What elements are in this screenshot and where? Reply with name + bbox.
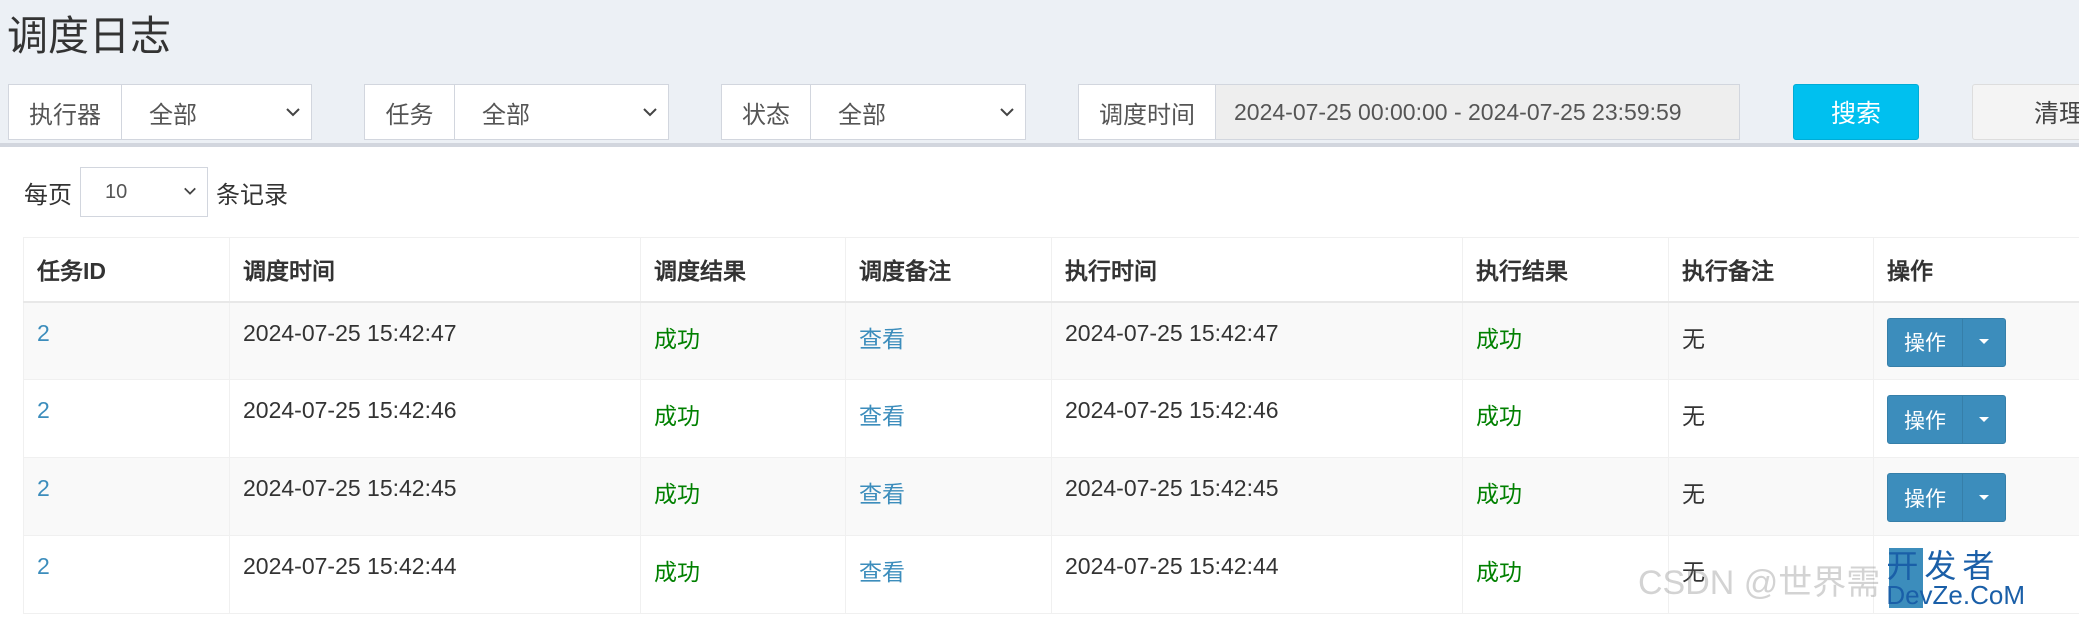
watermark-text: CSDN @世界需: [1638, 555, 1880, 604]
operation-dropdown-button[interactable]: 操作: [1887, 473, 2006, 522]
task-filter: 任务 全部: [364, 84, 669, 140]
caret-down-icon[interactable]: [1963, 319, 2005, 366]
time-range-input[interactable]: 2024-07-25 00:00:00 - 2024-07-25 23:59:5…: [1216, 84, 1740, 140]
trigger-time-cell: 2024-07-25 15:42:45: [230, 458, 641, 536]
watermark-logo-top: 开发者: [1886, 550, 2025, 582]
view-trigger-note-link[interactable]: 查看: [859, 326, 905, 352]
trigger-result: 成功: [654, 559, 700, 585]
trigger-time-cell: 2024-07-25 15:42:46: [230, 380, 641, 458]
trigger-result: 成功: [654, 326, 700, 352]
column-header-task-id[interactable]: 任务ID: [24, 238, 230, 302]
operation-dropdown-button[interactable]: 操作: [1887, 318, 2006, 367]
watermark-logo-bottom: DevZe.CoM: [1886, 582, 2025, 608]
task-select[interactable]: 全部: [455, 84, 669, 140]
column-header-exec-result[interactable]: 执行结果: [1463, 238, 1669, 302]
task-select-value: 全部: [482, 95, 530, 130]
exec-result: 成功: [1476, 326, 1522, 352]
executor-filter: 执行器 全部: [8, 84, 312, 140]
column-header-actions: 操作: [1874, 238, 2079, 302]
time-filter: 调度时间 2024-07-25 00:00:00 - 2024-07-25 23…: [1078, 84, 1740, 140]
trigger-time-cell: 2024-07-25 15:42:44: [230, 536, 641, 614]
time-label: 调度时间: [1078, 84, 1216, 140]
exec-result: 成功: [1476, 403, 1522, 429]
exec-time-cell: 2024-07-25 15:42:44: [1052, 536, 1463, 614]
view-trigger-note-link[interactable]: 查看: [859, 481, 905, 507]
status-label: 状态: [721, 84, 811, 140]
chevron-down-icon: [642, 104, 658, 120]
page-length-select[interactable]: 10: [80, 167, 208, 217]
operation-button-label[interactable]: 操作: [1888, 474, 1963, 521]
column-header-trigger-result[interactable]: 调度结果: [641, 238, 846, 302]
task-id-link[interactable]: 2: [37, 320, 50, 346]
view-trigger-note-link[interactable]: 查看: [859, 403, 905, 429]
column-header-exec-time[interactable]: 执行时间: [1052, 238, 1463, 302]
caret-down-icon[interactable]: [1963, 474, 2005, 521]
watermark: CSDN @世界需 开发者 DevZe.CoM: [1638, 550, 2025, 608]
operation-button-label[interactable]: 操作: [1888, 396, 1963, 443]
exec-time-cell: 2024-07-25 15:42:46: [1052, 380, 1463, 458]
per-page-suffix: 条记录: [216, 175, 288, 210]
table-header-row: 任务ID 调度时间 调度结果 调度备注 执行时间 执行结果 执行备注 操作: [24, 238, 2079, 302]
status-select[interactable]: 全部: [811, 84, 1026, 140]
watermark-logo: 开发者 DevZe.CoM: [1886, 550, 2025, 608]
exec-note-cell: 无: [1669, 302, 1874, 380]
page-length-value: 10: [105, 181, 127, 204]
trigger-time-cell: 2024-07-25 15:42:47: [230, 302, 641, 380]
task-id-link[interactable]: 2: [37, 475, 50, 501]
table-row: 2 2024-07-25 15:42:45 成功 查看 2024-07-25 1…: [24, 458, 2079, 536]
search-button[interactable]: 搜索: [1793, 84, 1919, 140]
exec-note-cell: 无: [1669, 380, 1874, 458]
exec-result: 成功: [1476, 559, 1522, 585]
table-row: 2 2024-07-25 15:42:47 成功 查看 2024-07-25 1…: [24, 302, 2079, 380]
chevron-down-icon: [999, 104, 1015, 120]
exec-result: 成功: [1476, 481, 1522, 507]
view-trigger-note-link[interactable]: 查看: [859, 559, 905, 585]
trigger-result: 成功: [654, 481, 700, 507]
exec-time-cell: 2024-07-25 15:42:47: [1052, 302, 1463, 380]
status-select-value: 全部: [838, 95, 886, 130]
chevron-down-icon: [285, 104, 301, 120]
clear-button[interactable]: 清理: [1972, 84, 2079, 140]
table-row: 2 2024-07-25 15:42:46 成功 查看 2024-07-25 1…: [24, 380, 2079, 458]
operation-dropdown-button[interactable]: 操作: [1887, 395, 2006, 444]
page-title: 调度日志: [7, 8, 171, 64]
status-filter: 状态 全部: [721, 84, 1026, 140]
per-page-prefix: 每页: [24, 175, 72, 210]
column-header-trigger-time[interactable]: 调度时间: [230, 238, 641, 302]
page-length-control: 每页 10 条记录: [24, 167, 288, 217]
caret-down-icon[interactable]: [1963, 396, 2005, 443]
chevron-down-icon: [183, 181, 197, 204]
exec-note-cell: 无: [1669, 458, 1874, 536]
trigger-result: 成功: [654, 403, 700, 429]
executor-label: 执行器: [8, 84, 122, 140]
column-header-trigger-note[interactable]: 调度备注: [846, 238, 1052, 302]
executor-select-value: 全部: [149, 95, 197, 130]
task-id-link[interactable]: 2: [37, 553, 50, 579]
task-id-link[interactable]: 2: [37, 397, 50, 423]
operation-button-label[interactable]: 操作: [1888, 319, 1963, 366]
column-header-exec-note[interactable]: 执行备注: [1669, 238, 1874, 302]
exec-time-cell: 2024-07-25 15:42:45: [1052, 458, 1463, 536]
executor-select[interactable]: 全部: [122, 84, 312, 140]
task-label: 任务: [364, 84, 455, 140]
